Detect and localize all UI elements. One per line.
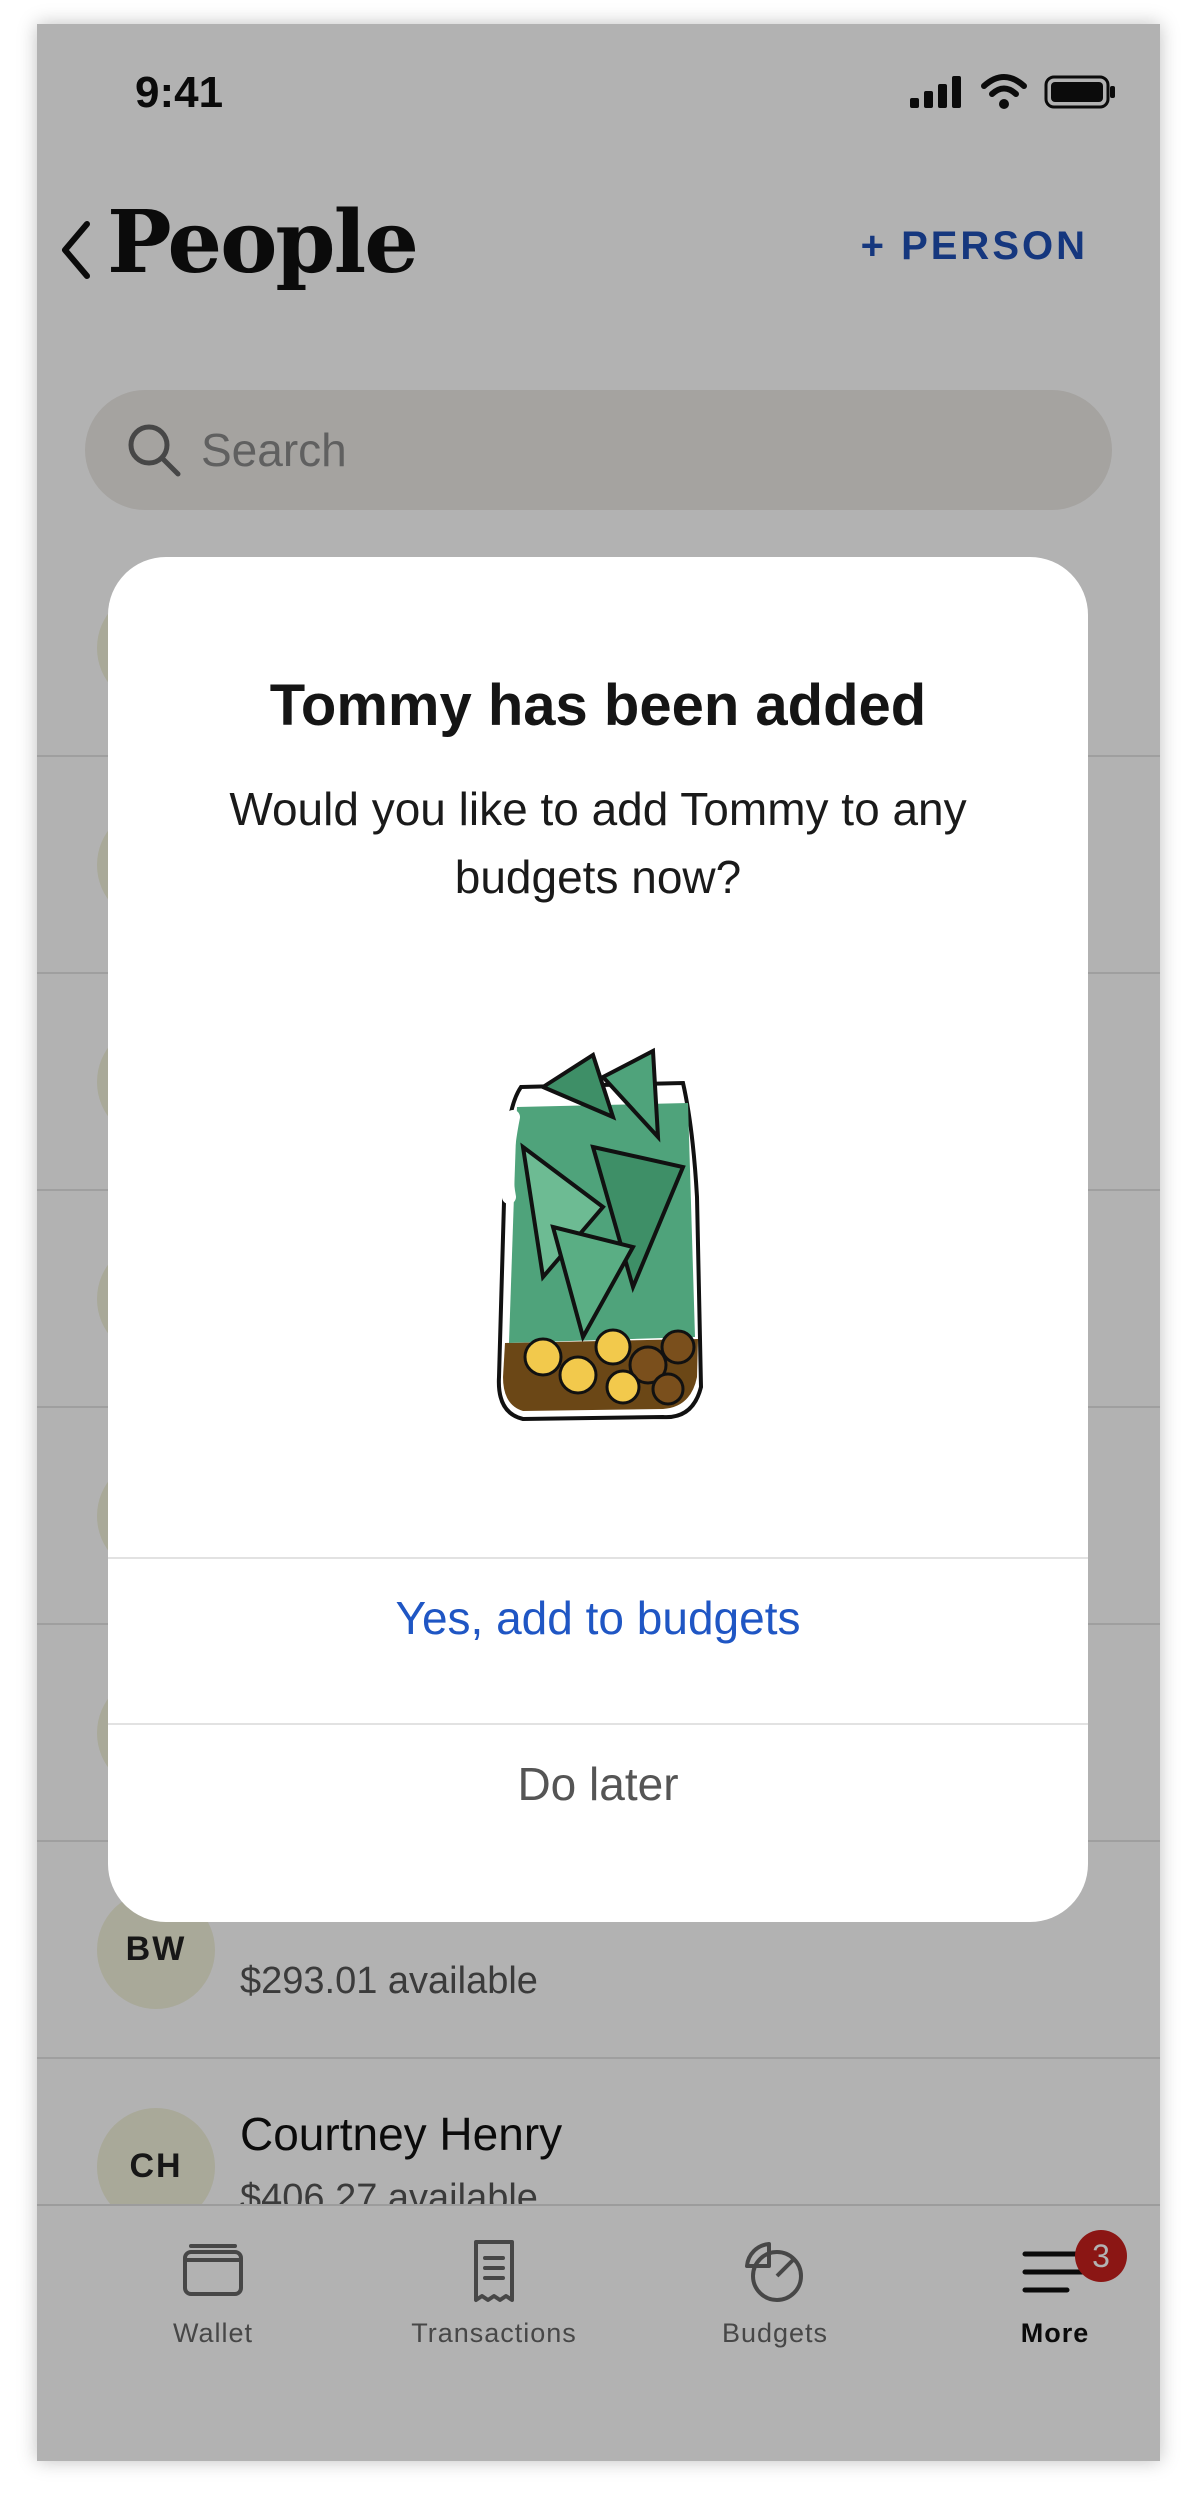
dialog-message: Would you like to add Tommy to any budge… [229, 783, 967, 903]
app-screen: 9:41 People + PERSON Search BW $293.01 a… [37, 24, 1160, 2461]
add-to-budgets-button[interactable]: Yes, add to budgets [108, 1591, 1088, 1645]
dialog-title: Tommy has been added [269, 673, 927, 738]
dialog-divider [108, 1557, 1088, 1559]
do-later-button[interactable]: Do later [108, 1757, 1088, 1811]
money-jar-illustration [496, 1047, 704, 1422]
person-added-dialog: Tommy has been added Would you like to a… [108, 557, 1088, 1922]
dialog-divider [108, 1723, 1088, 1725]
